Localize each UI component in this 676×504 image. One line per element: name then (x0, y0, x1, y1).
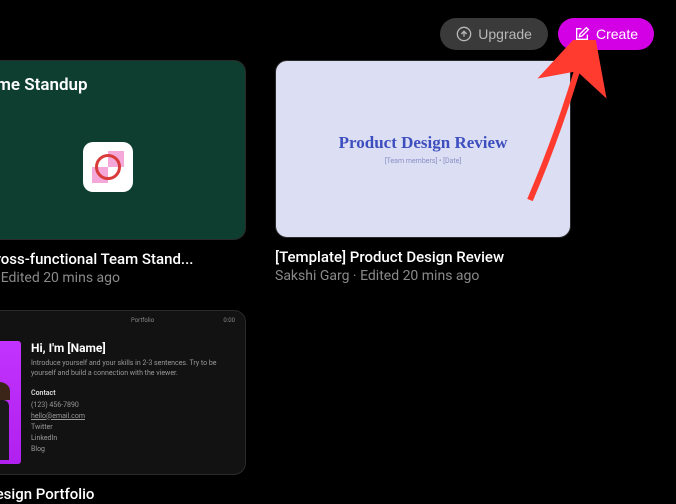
card-meta: Sakshi Garg · Edited 20 mins ago (275, 268, 571, 284)
portfolio-heading: Hi, I'm [Name] (31, 341, 235, 355)
app-tile-icon (83, 142, 133, 192)
project-card-portfolio[interactable]: Portfolio 0:00 Hi, I'm [Name] Introduce … (0, 310, 246, 503)
contact-email: hello@email.com (31, 412, 235, 420)
create-button[interactable]: Create (558, 18, 654, 50)
thumb-timestamp: 0:00 (223, 317, 235, 324)
project-card-standup[interactable]: ame Standup e] Cross-functional Team Sta… (0, 60, 246, 286)
card-title: [Template] Product Design Review (275, 248, 571, 266)
thumb-graphic (0, 95, 245, 239)
create-label: Create (596, 26, 638, 42)
upgrade-button[interactable]: Upgrade (440, 18, 548, 50)
thumb-top-bar: Portfolio 0:00 (0, 317, 235, 324)
thumbnail: ame Standup (0, 60, 246, 240)
card-meta: arg · Edited 20 mins ago (0, 270, 246, 286)
project-card-review[interactable]: Product Design Review [Team members] • [… (275, 60, 571, 284)
contact-link: LinkedIn (31, 434, 235, 442)
thumb-top-label: Portfolio (131, 317, 154, 324)
top-bar: Upgrade Create (440, 18, 654, 50)
contact-link: Twitter (31, 423, 235, 431)
thumb-heading: ame Standup (0, 61, 245, 95)
portrait-image (0, 341, 21, 464)
card-title: e] Cross-functional Team Stand... (0, 250, 246, 268)
card-title: e] Design Portfolio (0, 485, 246, 503)
upgrade-label: Upgrade (478, 26, 532, 42)
thumbnail: Portfolio 0:00 Hi, I'm [Name] Introduce … (0, 310, 246, 475)
create-icon (574, 26, 590, 42)
contact-phone: (123) 456-7890 (31, 401, 235, 409)
contact-heading: Contact (31, 389, 235, 397)
thumbnail: Product Design Review [Team members] • [… (275, 60, 571, 238)
portfolio-intro: Introduce yourself and your skills in 2-… (31, 359, 235, 379)
upgrade-icon (456, 26, 472, 42)
thumb-subtitle: [Team members] • [Date] (385, 157, 462, 165)
contact-link: Blog (31, 445, 235, 453)
thumb-title: Product Design Review (339, 133, 508, 153)
thumb-text-block: Hi, I'm [Name] Introduce yourself and yo… (21, 311, 245, 474)
